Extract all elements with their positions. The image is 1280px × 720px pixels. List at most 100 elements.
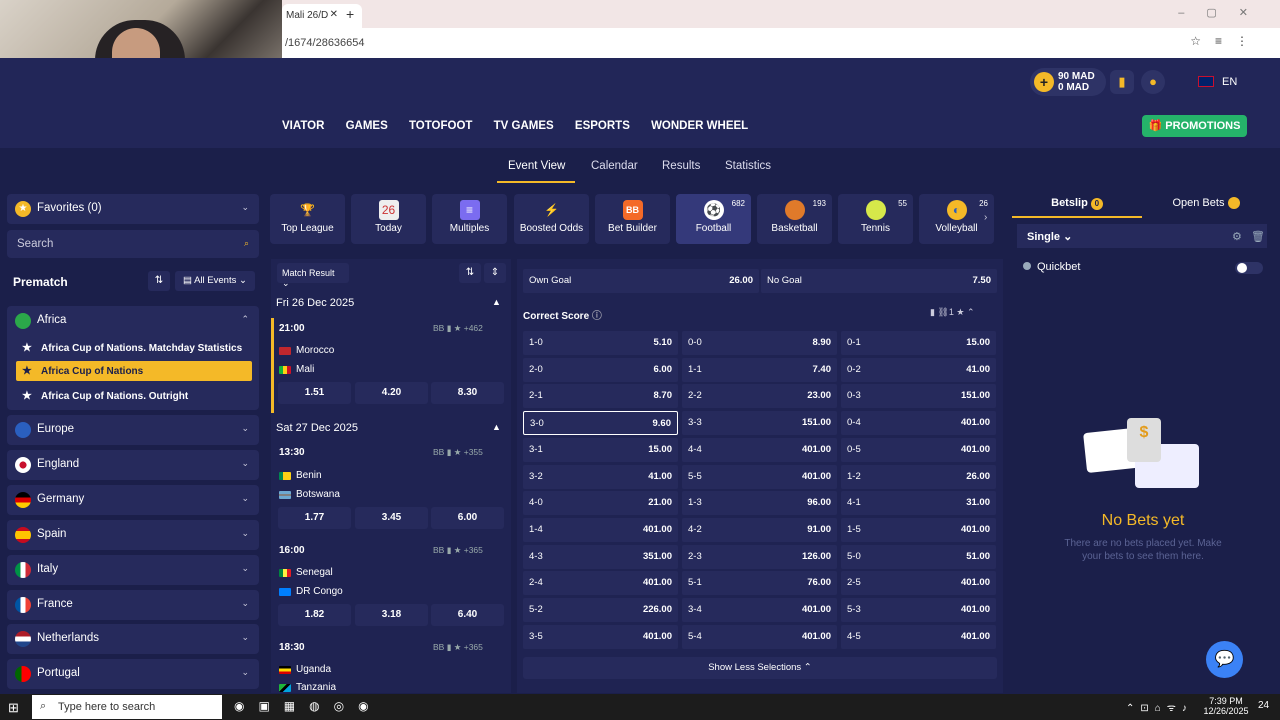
sport-multiples[interactable]: ≡ Multiples	[432, 194, 507, 244]
sport-top-league[interactable]: 🏆 Top League	[270, 194, 345, 244]
score-selection[interactable]: 0-3 151.00	[841, 384, 996, 409]
market-tools[interactable]: ▮ ⛓1 ★ ⌃	[930, 307, 975, 318]
score-selection[interactable]: 5-5 401.00	[682, 464, 837, 489]
sidebar-item-portugal[interactable]: Portugal ⌄	[7, 659, 259, 689]
messages-icon[interactable]: ▮	[1110, 70, 1134, 94]
tab-event-view[interactable]: Event View	[508, 160, 565, 172]
score-selection[interactable]: 3-0 9.60	[523, 411, 678, 436]
score-selection[interactable]: 1-2 26.00	[841, 464, 996, 489]
score-selection[interactable]: 4-2 91.00	[682, 517, 837, 542]
sidebar-item-england[interactable]: England ⌄	[7, 450, 259, 480]
score-selection[interactable]: 2-0 6.00	[523, 357, 678, 382]
score-selection[interactable]: 0-1 15.00	[841, 331, 996, 355]
score-selection[interactable]: 2-2 23.00	[682, 384, 837, 409]
chevron-up-icon[interactable]: ▲	[492, 297, 501, 307]
sport-basketball[interactable]: 193 Basketball	[757, 194, 832, 244]
score-selection[interactable]: 2-4 401.00	[523, 571, 678, 596]
taskbar-apps[interactable]: ◉▣▦◍◎◉	[234, 699, 383, 713]
sport-bet-builder[interactable]: BB Bet Builder	[595, 194, 670, 244]
search-input[interactable]: Search ⌕	[7, 230, 259, 258]
quickbet-toggle[interactable]	[1235, 262, 1263, 274]
info-icon[interactable]: ⓘ	[592, 311, 602, 322]
sidebar-item-france[interactable]: France ⌄	[7, 590, 259, 620]
score-selection[interactable]: 2-1 8.70	[523, 384, 678, 409]
odd-draw[interactable]: 3.18	[355, 604, 428, 626]
account-icon[interactable]: ●	[1141, 70, 1165, 94]
sidebar-item-africa[interactable]: Africa ⌃	[7, 306, 259, 336]
settings-icon[interactable]: ⚙	[1232, 230, 1242, 243]
trash-icon[interactable]: 🗑	[1251, 230, 1265, 243]
score-selection[interactable]: 0-5 401.00	[841, 437, 996, 462]
score-selection[interactable]: 4-0 21.00	[523, 491, 678, 516]
clock[interactable]: 7:39 PM 12/26/2025	[1202, 696, 1250, 716]
score-selection[interactable]: 0-0 8.90	[682, 331, 837, 355]
league-outright[interactable]: ★ Africa Cup of Nations. Outright	[16, 386, 252, 406]
score-selection[interactable]: 3-5 401.00	[523, 624, 678, 649]
chat-icon[interactable]: 💬	[1206, 641, 1243, 678]
collapse-all-icon[interactable]: ⇕	[484, 263, 506, 283]
sidebar-item-germany[interactable]: Germany ⌄	[7, 485, 259, 515]
score-selection[interactable]: 0-4 401.00	[841, 411, 996, 436]
sidebar-item-spain[interactable]: Spain ⌄	[7, 520, 259, 550]
sort-icon[interactable]: ⇅	[459, 263, 481, 283]
window-controls[interactable]: –▢✕	[1178, 6, 1270, 19]
event-tools[interactable]: BB ▮ ★ +462	[433, 323, 483, 334]
score-selection[interactable]: 2-3 126.00	[682, 544, 837, 569]
event-tools[interactable]: BB ▮ ★ +365	[433, 545, 483, 556]
score-selection[interactable]: 2-5 401.00	[841, 571, 996, 596]
league-matchday-statistics[interactable]: ★ Africa Cup of Nations. Matchday Statist…	[16, 338, 252, 358]
score-selection[interactable]: 0-2 41.00	[841, 357, 996, 382]
sport-boosted-odds[interactable]: ⚡ Boosted Odds	[514, 194, 589, 244]
tab-calendar[interactable]: Calendar	[591, 160, 638, 172]
own-goal-selection[interactable]: Own Goal 26.00	[523, 269, 759, 293]
odd-home[interactable]: 1.77	[278, 507, 351, 529]
score-selection[interactable]: 5-0 51.00	[841, 544, 996, 569]
sport-football[interactable]: 682 ⚽ Football	[676, 194, 751, 244]
tab-betslip[interactable]: Betslip 0	[1012, 188, 1142, 218]
market-filter-dropdown[interactable]: Match Result ⌄	[277, 263, 349, 288]
score-selection[interactable]: 1-1 7.40	[682, 357, 837, 382]
language-selector[interactable]: EN	[1222, 76, 1237, 88]
nav-tv-games[interactable]: TV GAMES	[494, 120, 554, 132]
uk-flag-icon[interactable]	[1198, 76, 1214, 87]
score-selection[interactable]: 4-1 31.00	[841, 491, 996, 516]
score-selection[interactable]: 5-2 226.00	[523, 598, 678, 622]
all-events-dropdown[interactable]: ▤ All Events ⌄	[175, 271, 255, 291]
nav-games[interactable]: GAMES	[346, 120, 388, 132]
system-tray-icons[interactable]: ⌃⊡⌂ᯤ♪	[1126, 700, 1193, 714]
score-selection[interactable]: 4-5 401.00	[841, 624, 996, 649]
score-selection[interactable]: 3-1 15.00	[523, 437, 678, 462]
odd-home[interactable]: 1.51	[278, 382, 351, 404]
league-africa-cup-of-nations[interactable]: ★ Africa Cup of Nations	[16, 361, 252, 381]
odd-draw[interactable]: 3.45	[355, 507, 428, 529]
odd-home[interactable]: 1.82	[278, 604, 351, 626]
odd-away[interactable]: 6.00	[431, 507, 504, 529]
show-less-button[interactable]: Show Less Selections ⌃	[523, 657, 997, 679]
odd-away[interactable]: 8.30	[431, 382, 504, 404]
favorites-row[interactable]: ★ Favorites (0) ⌄	[7, 194, 259, 224]
nav-wonder-wheel[interactable]: WONDER WHEEL	[651, 120, 748, 132]
balance-widget[interactable]: + 90 MAD 0 MAD	[1030, 68, 1106, 96]
event-tools[interactable]: BB ▮ ★ +365	[433, 642, 483, 653]
nav-esports[interactable]: ESPORTS	[575, 120, 630, 132]
score-selection[interactable]: 4-4 401.00	[682, 437, 837, 462]
score-selection[interactable]: 5-3 401.00	[841, 598, 996, 622]
score-selection[interactable]: 1-5 401.00	[841, 517, 996, 542]
bet-mode-dropdown[interactable]: Single ⌄	[1027, 230, 1072, 243]
browser-toolbar-icons[interactable]: ☆≡⋮	[1190, 34, 1262, 48]
sport-today[interactable]: 26 Today	[351, 194, 426, 244]
nav-aviator[interactable]: VIATOR	[282, 120, 324, 132]
score-selection[interactable]: 3-3 151.00	[682, 411, 837, 436]
windows-start-icon[interactable]: ⊞	[8, 700, 19, 716]
score-selection[interactable]: 4-3 351.00	[523, 544, 678, 569]
sidebar-item-netherlands[interactable]: Netherlands ⌄	[7, 624, 259, 654]
odd-away[interactable]: 6.40	[431, 604, 504, 626]
score-selection[interactable]: 3-2 41.00	[523, 464, 678, 489]
tab-results[interactable]: Results	[662, 160, 700, 172]
odd-draw[interactable]: 4.20	[355, 382, 428, 404]
score-selection[interactable]: 5-4 401.00	[682, 624, 837, 649]
sidebar-item-italy[interactable]: Italy ⌄	[7, 555, 259, 585]
tab-open-bets[interactable]: Open Bets	[1142, 188, 1270, 218]
score-selection[interactable]: 1-3 96.00	[682, 491, 837, 516]
star-icon[interactable]: ★	[22, 389, 32, 402]
